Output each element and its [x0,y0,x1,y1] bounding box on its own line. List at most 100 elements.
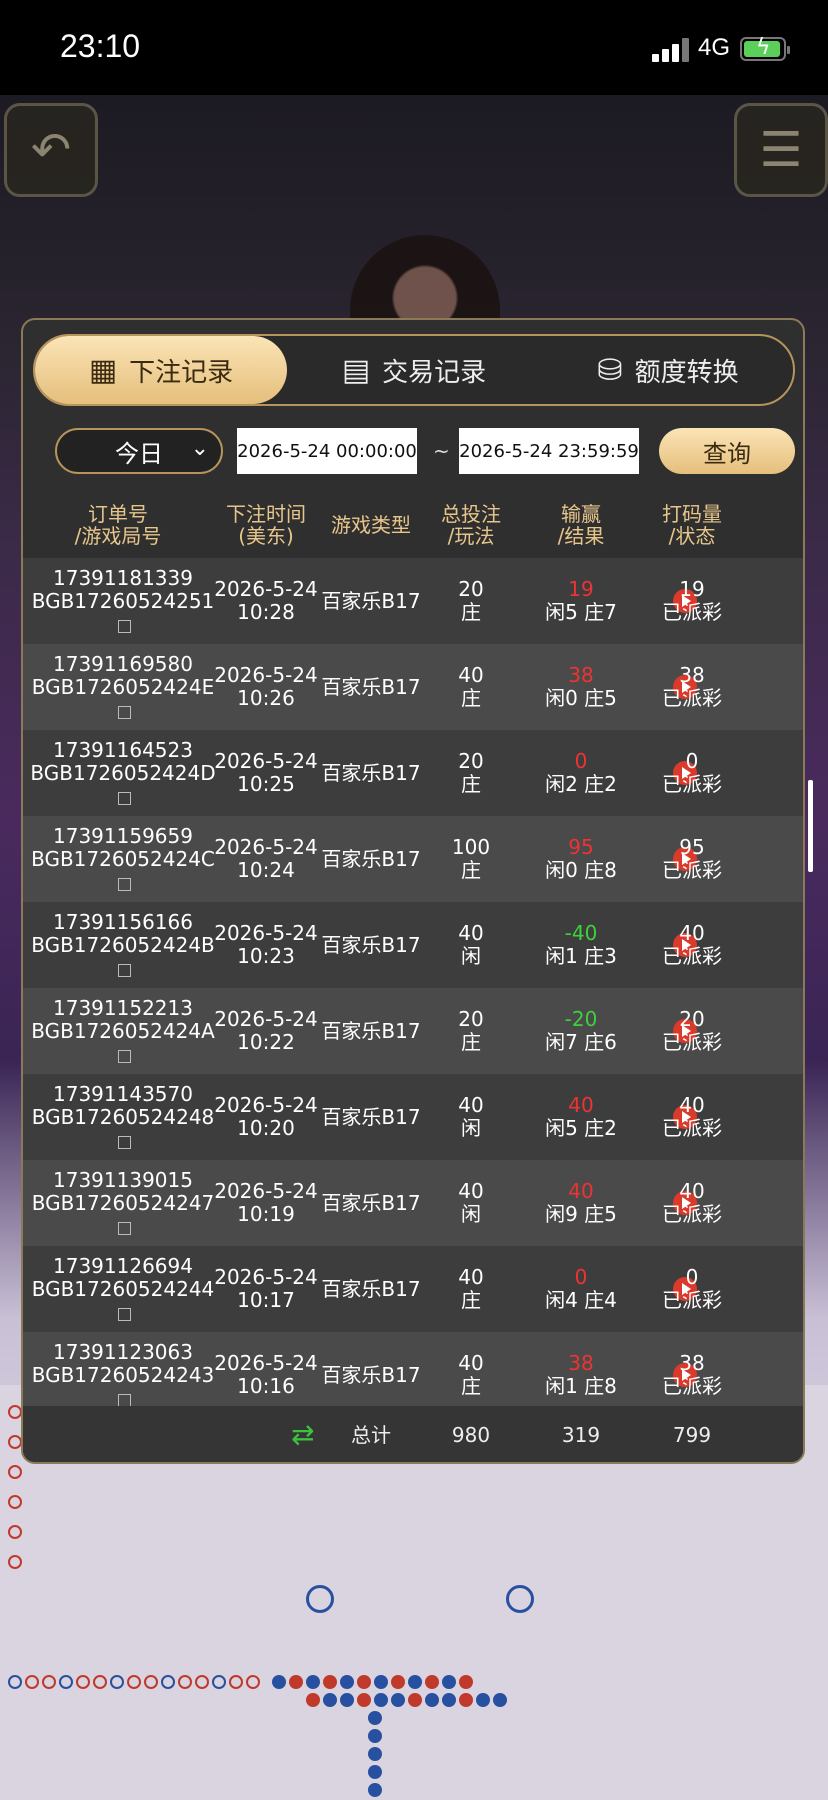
turnover-amount: 0 [685,1265,699,1289]
road-bead [368,1711,382,1725]
table-row[interactable]: 17391159659 BGB1726052424C 2026-5-24 10:24 百… [23,816,803,902]
road-bead [8,1495,22,1509]
col-winloss: 输赢/结果 [531,492,631,558]
bet-date: 2026-5-24 [214,663,318,687]
col-label: 总投注 [441,502,501,526]
table-header: 订单号/游戏局号 下注时间 (美东) 游戏类型 总投注/玩法 输赢/结果 打码量 /… [23,492,803,558]
tab-bar: ▦ 下注记录 ▤ 交易记录 ⛁ 额度转换 [33,334,795,406]
order-number: 17391139015 [53,1167,193,1192]
road-bead [368,1729,382,1743]
menu-button[interactable]: ☰ [734,103,828,197]
bet-play: 闲 [461,944,481,968]
round-number: BGB1726052424C [31,846,215,871]
refresh-swap-icon[interactable]: ⇄ [291,1418,314,1451]
road-bead [442,1675,456,1689]
road-bead [178,1675,192,1689]
tab-credit-transfer[interactable]: ⛁ 额度转换 [541,336,795,404]
road-bead [42,1675,56,1689]
winloss-amount: 95 [568,835,594,859]
round-number: BGB1726052424D [30,760,216,785]
road-bead [368,1747,382,1761]
bet-time: 10:20 [237,1116,295,1140]
bet-time: 10:26 [237,686,295,710]
copy-icon[interactable] [117,963,131,977]
bet-cell: 20 庄 [421,730,521,816]
turnover-amount: 38 [679,663,705,687]
bet-date: 2026-5-24 [214,577,318,601]
time-cell: 2026-5-24 10:25 [211,730,321,816]
tab-bet-records[interactable]: ▦ 下注记录 [35,336,287,404]
round-number: BGB17260524247 [31,1190,215,1215]
road-bead [368,1765,382,1779]
road-bead [8,1555,22,1569]
bet-amount: 40 [458,921,484,945]
payout-status: 已派彩 [662,1116,722,1140]
road-bead [425,1675,439,1689]
table-row[interactable]: 17391164523 BGB1726052424D 2026-5-24 10:25 百… [23,730,803,816]
bet-date: 2026-5-24 [214,1007,318,1031]
round-number: BGB17260524248 [31,1104,215,1129]
turnover-cell: 40 已派彩 [643,1074,741,1160]
payout-status: 已派彩 [662,1202,722,1226]
road-bead [195,1675,209,1689]
copy-icon[interactable] [117,1049,131,1063]
hamburger-icon: ☰ [759,122,803,178]
day-select[interactable]: 今日 ⌄ [55,428,223,474]
query-button[interactable]: 查询 [659,428,795,474]
bet-cell: 20 庄 [421,988,521,1074]
scrollbar[interactable] [808,780,813,872]
table-row[interactable]: 17391181339 BGB17260524251 2026-5-24 10:28 百… [23,558,803,644]
order-number: 17391159659 [53,823,193,848]
col-time: 下注时间 (美东) [211,492,321,558]
turnover-cell: 38 已派彩 [643,644,741,730]
bet-time: 10:23 [237,944,295,968]
table-row[interactable]: 17391143570 BGB17260524248 2026-5-24 10:20 百… [23,1074,803,1160]
copy-icon[interactable] [117,705,131,719]
copy-icon[interactable] [117,877,131,891]
winloss-amount: 0 [574,749,588,773]
battery-icon: ϟ [740,35,790,61]
road-bead [272,1675,286,1689]
road-bead [8,1465,22,1479]
game-type: 百家乐B17 [321,1018,421,1043]
bet-amount: 40 [458,663,484,687]
game-type: 百家乐B17 [321,674,421,699]
col-label: 游戏类型 [331,513,411,537]
back-button[interactable]: ↶ [4,103,98,197]
road-bead [8,1405,22,1419]
game-result: 闲4 庄4 [545,1288,617,1312]
bet-records-panel: ▦ 下注记录 ▤ 交易记录 ⛁ 额度转换 今日 ⌄ 2026-5-24 00:0… [21,318,805,1464]
copy-icon[interactable] [117,1221,131,1235]
road-bead [506,1585,534,1613]
start-date-input[interactable]: 2026-5-24 00:00:00 [237,428,417,474]
road-bead [306,1585,334,1613]
winloss-cell: 0 闲4 庄4 [531,1246,631,1332]
turnover-amount: 40 [679,1093,705,1117]
table-row[interactable]: 17391139015 BGB17260524247 2026-5-24 10:19 百… [23,1160,803,1246]
copy-icon[interactable] [117,791,131,805]
table-row[interactable]: 17391126694 BGB17260524244 2026-5-24 10:17 百… [23,1246,803,1332]
turnover-cell: 0 已派彩 [643,1246,741,1332]
col-game: 游戏类型 [321,492,421,558]
winloss-amount: 38 [568,663,594,687]
bet-date: 2026-5-24 [214,1093,318,1117]
bet-date: 2026-5-24 [214,1179,318,1203]
winloss-amount: 40 [568,1093,594,1117]
order-cell: 17391164523 BGB1726052424D [30,730,216,816]
bet-cell: 40 闲 [421,1074,521,1160]
bet-cell: 100 庄 [421,816,521,902]
tab-transaction-records[interactable]: ▤ 交易记录 [287,336,541,404]
tab-label: 交易记录 [382,357,487,388]
copy-icon[interactable] [117,619,131,633]
end-date-input[interactable]: 2026-5-24 23:59:59 [459,428,639,474]
table-row[interactable]: 17391169580 BGB1726052424E 2026-5-24 10:26 百… [23,644,803,730]
copy-icon[interactable] [117,1135,131,1149]
table-row[interactable]: 17391156166 BGB1726052424B 2026-5-24 10:23 百… [23,902,803,988]
table-row[interactable]: 17391152213 BGB1726052424A 2026-5-24 10:22 百… [23,988,803,1074]
winloss-cell: 95 闲0 庄8 [531,816,631,902]
road-bead [8,1435,22,1449]
order-number: 17391181339 [53,565,193,590]
copy-icon[interactable] [117,1307,131,1321]
road-bead [408,1675,422,1689]
copy-icon[interactable] [117,1393,131,1407]
